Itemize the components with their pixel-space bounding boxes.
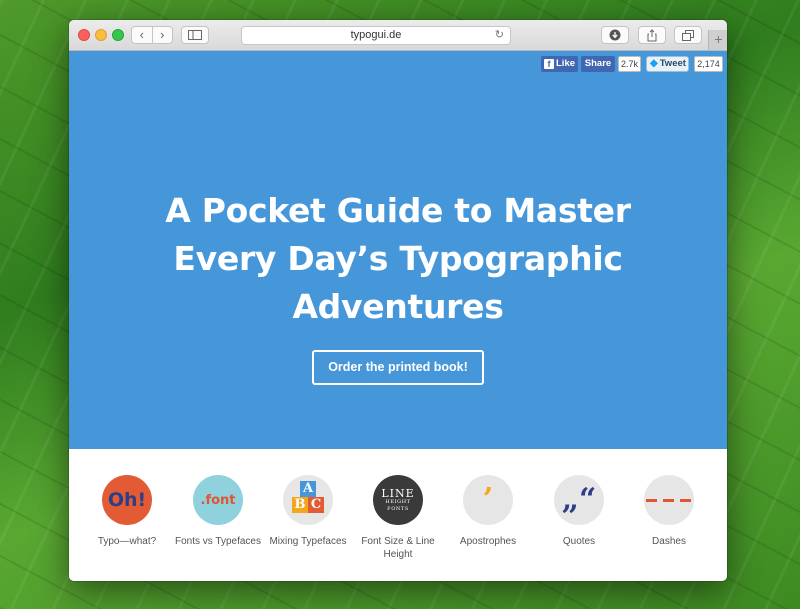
topic-label: Typo—what? [97,536,157,547]
block-a: A [300,481,316,497]
facebook-share-button[interactable]: Share [581,56,615,72]
like-label: Like [556,58,576,69]
hero-section: f Like Share 2.7k ◆ Tweet 2,174 A Pocket G… [69,51,727,449]
block-b: B [292,497,308,513]
share-count: 2.7k [618,56,641,72]
order-book-button[interactable]: Order the printed book! [312,350,484,385]
apostrophe-icon: ’ [463,475,513,525]
zoom-window-button[interactable] [112,29,124,41]
dashes-icon [644,475,694,525]
topic-typo-what[interactable]: Oh! Typo—what? [82,475,172,548]
tweet-count: 2,174 [694,56,723,72]
url-text: typogui.de [350,29,402,41]
topic-label: Fonts vs Typefaces [175,536,261,547]
topic-dashes[interactable]: Dashes [624,475,714,548]
topic-apostrophes[interactable]: ’ Apostrophes [443,475,533,548]
tweet-label: Tweet [659,58,686,69]
address-bar[interactable]: typogui.de ↻ [241,26,511,45]
tabs-icon [682,29,694,41]
topic-label: Quotes [562,536,596,547]
topic-label: Dashes [652,536,686,547]
download-icon [609,29,621,41]
browser-toolbar: ‹ › typogui.de ↻ + [69,20,727,51]
history-nav: ‹ › [131,26,173,44]
facebook-like-button[interactable]: f Like [541,56,578,72]
forward-button[interactable]: › [153,27,173,43]
topic-label: Mixing Typefaces [269,536,347,547]
tweet-button[interactable]: ◆ Tweet [646,56,689,72]
topic-font-size-line-height[interactable]: LINE HEIGHT FONTS Font Size & Line Heigh… [353,475,443,561]
topic-label: Apostrophes [459,536,517,547]
close-window-button[interactable] [78,29,90,41]
topic-label: Font Size & Line Height [361,536,435,560]
quotes-icon: „“ [554,475,604,525]
browser-window: ‹ › typogui.de ↻ + f Like Share 2.7k ◆ T… [69,20,727,581]
topic-mixing-typefaces[interactable]: A B C Mixing Typefaces [263,475,353,548]
reload-icon[interactable]: ↻ [495,27,504,44]
oh-icon: Oh! [102,475,152,525]
sidebar-icon [188,30,202,40]
topic-fonts-vs-typefaces[interactable]: .font Fonts vs Typefaces [173,475,263,548]
topics-row: Oh! Typo—what? .font Fonts vs Typefaces … [69,449,727,581]
share-button[interactable] [638,26,666,44]
twitter-bird-icon: ◆ [650,58,658,69]
sidebar-toggle-button[interactable] [181,26,209,44]
page-title: A Pocket Guide to Master Every Day’s Typ… [165,191,631,326]
line-height-icon: LINE HEIGHT FONTS [373,475,423,525]
block-c: C [308,497,324,513]
minimize-window-button[interactable] [95,29,107,41]
downloads-button[interactable] [601,26,629,44]
share-icon [647,28,657,41]
font-icon: .font [193,475,243,525]
tab-overview-button[interactable] [674,26,702,44]
letter-blocks-icon: A B C [283,475,333,525]
topic-quotes[interactable]: „“ Quotes [534,475,624,548]
new-tab-button[interactable]: + [708,30,727,50]
back-button[interactable]: ‹ [132,27,152,43]
facebook-icon: f [544,59,554,69]
